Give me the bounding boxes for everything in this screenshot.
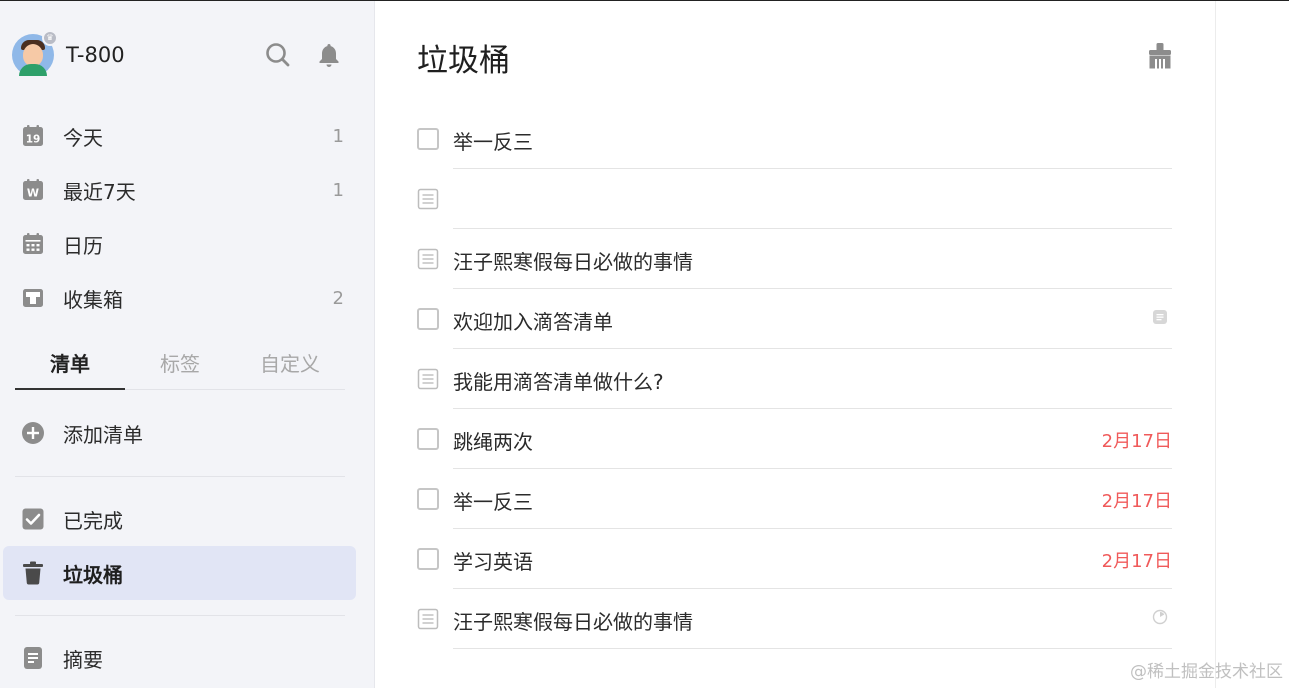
task-due-date[interactable]: 2月17日	[1102, 427, 1172, 453]
task-title[interactable]: 举一反三	[453, 486, 533, 515]
note-icon[interactable]	[417, 608, 439, 630]
task-item[interactable]: 跳绳两次 2月17日	[417, 428, 1172, 488]
sidebar-divider	[15, 476, 345, 477]
task-separator	[453, 168, 1172, 169]
task-item[interactable]: 举一反三	[417, 128, 1172, 188]
calendar-19-icon: 19	[20, 123, 46, 149]
window-top-border	[0, 0, 1289, 1]
task-due-date[interactable]: 2月17日	[1102, 487, 1172, 513]
sidebar-item-label: 今天	[63, 125, 103, 150]
task-separator	[453, 288, 1172, 289]
document-icon	[20, 645, 46, 671]
task-title[interactable]: 学习英语	[453, 546, 533, 575]
sidebar-item-today[interactable]: 19 今天 1	[3, 109, 356, 163]
task-item[interactable]	[417, 188, 1172, 248]
add-list-label: 添加清单	[63, 422, 143, 447]
task-item[interactable]: 汪子熙寒假每日必做的事情	[417, 608, 1172, 668]
sidebar: ♛ T-800 19 今天 1 W 最近7天 1 日历 收集箱 2 清单 标签 …	[0, 0, 375, 688]
crown-icon: ♛	[42, 30, 58, 46]
note-icon[interactable]	[417, 188, 439, 210]
sidebar-item-summary[interactable]: 摘要	[3, 631, 356, 685]
task-separator	[453, 408, 1172, 409]
task-separator	[453, 588, 1172, 589]
tab-custom[interactable]: 自定义	[235, 348, 345, 377]
sidebar-item-label: 已完成	[63, 508, 123, 533]
task-title[interactable]: 汪子熙寒假每日必做的事情	[453, 246, 693, 275]
plus-circle-icon	[20, 420, 46, 446]
calendar-grid-icon	[20, 231, 46, 257]
task-separator	[453, 528, 1172, 529]
sidebar-item-label: 收集箱	[63, 287, 123, 312]
task-checkbox[interactable]	[417, 548, 439, 570]
sidebar-item-inbox[interactable]: 收集箱 2	[3, 271, 356, 325]
note-icon[interactable]	[417, 368, 439, 390]
task-separator	[453, 648, 1172, 649]
watermark: @稀土掘金技术社区	[1130, 662, 1283, 682]
detail-pane	[1215, 0, 1289, 688]
task-separator	[453, 228, 1172, 229]
sidebar-item-label: 最近7天	[63, 179, 136, 204]
trash-icon	[20, 560, 46, 586]
sidebar-item-label: 垃圾桶	[63, 562, 123, 587]
svg-text:19: 19	[26, 134, 41, 146]
task-due-date[interactable]: 2月17日	[1102, 547, 1172, 573]
user-profile[interactable]: ♛ T-800	[12, 30, 125, 77]
task-title[interactable]: 跳绳两次	[453, 426, 533, 455]
item-count: 1	[332, 179, 344, 201]
sidebar-item-calendar[interactable]: 日历	[3, 217, 356, 271]
item-count: 2	[332, 287, 344, 309]
page-title: 垃圾桶	[417, 43, 510, 79]
tab-tags[interactable]: 标签	[125, 348, 235, 377]
task-separator	[453, 468, 1172, 469]
svg-text:W: W	[27, 187, 39, 200]
sidebar-item-trash[interactable]: 垃圾桶	[3, 546, 356, 600]
task-item[interactable]: 我能用滴答清单做什么?	[417, 368, 1172, 428]
task-title[interactable]: 举一反三	[453, 126, 533, 155]
tab-lists[interactable]: 清单	[15, 348, 125, 377]
checkbox-checked-icon	[20, 506, 46, 532]
sidebar-tabs: 清单 标签 自定义	[15, 340, 345, 390]
task-item[interactable]: 学习英语 2月17日	[417, 548, 1172, 608]
task-item[interactable]: 汪子熙寒假每日必做的事情	[417, 248, 1172, 308]
task-checkbox[interactable]	[417, 308, 439, 330]
bell-icon[interactable]	[316, 42, 342, 68]
task-title[interactable]: 我能用滴答清单做什么?	[453, 366, 664, 395]
main-panel: 垃圾桶 举一反三 汪子熙寒假每日必做的事情 欢迎加入滴答清单 我能用滴答清单做什…	[375, 0, 1215, 688]
task-checkbox[interactable]	[417, 428, 439, 450]
task-item[interactable]: 欢迎加入滴答清单	[417, 308, 1172, 368]
search-icon[interactable]	[265, 42, 291, 68]
task-separator	[453, 348, 1172, 349]
task-checkbox[interactable]	[417, 488, 439, 510]
task-item[interactable]: 举一反三 2月17日	[417, 488, 1172, 548]
calendar-week-icon: W	[20, 177, 46, 203]
username: T-800	[66, 43, 125, 67]
note-small-icon	[1153, 310, 1167, 324]
broom-icon[interactable]	[1147, 42, 1173, 70]
avatar[interactable]: ♛	[12, 30, 58, 76]
tab-active-indicator	[15, 388, 125, 390]
task-checkbox[interactable]	[417, 128, 439, 150]
sidebar-divider	[15, 615, 345, 616]
item-count: 1	[332, 125, 344, 147]
task-title[interactable]: 欢迎加入滴答清单	[453, 306, 613, 335]
add-list-button[interactable]: 添加清单	[3, 406, 356, 460]
inbox-icon	[20, 285, 46, 311]
sidebar-item-next-7-days[interactable]: W 最近7天 1	[3, 163, 356, 217]
task-title[interactable]: 汪子熙寒假每日必做的事情	[453, 606, 693, 635]
sidebar-item-completed[interactable]: 已完成	[3, 492, 356, 546]
sidebar-item-label: 摘要	[63, 647, 103, 672]
sidebar-item-label: 日历	[63, 233, 103, 258]
progress-circle-icon	[1152, 609, 1168, 625]
note-icon[interactable]	[417, 248, 439, 270]
